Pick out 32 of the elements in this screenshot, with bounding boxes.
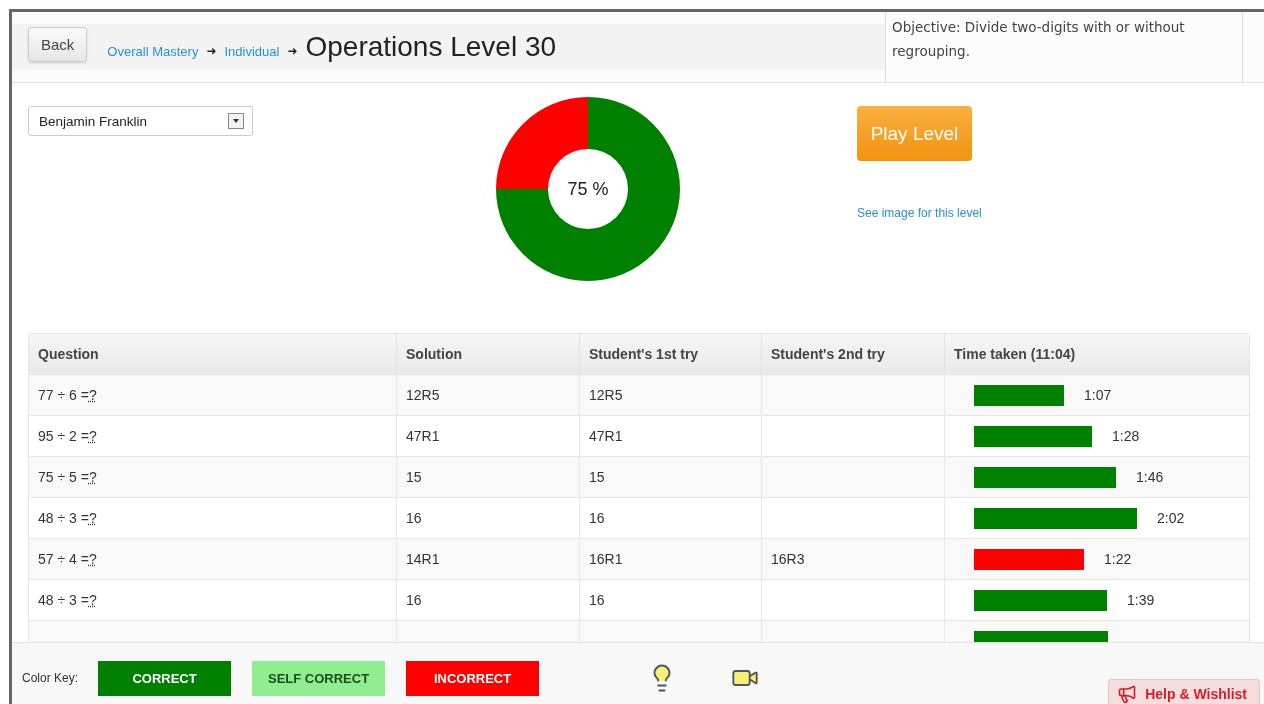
- table-cell-text: 75 ÷ 5 =?: [37, 468, 98, 487]
- help-wishlist-button[interactable]: Help & Wishlist: [1108, 679, 1260, 704]
- breadcrumb-link[interactable]: Individual: [224, 43, 280, 59]
- column-header: Question: [37, 345, 100, 364]
- donut-slice: [496, 97, 680, 281]
- time-value: 1:22: [1104, 551, 1132, 567]
- play-level-button[interactable]: Play Level: [857, 106, 972, 161]
- time-value: 1:39: [1127, 592, 1155, 608]
- arrow-separator: ➜: [287, 44, 298, 58]
- time-value: 1:07: [1084, 387, 1112, 403]
- table-cell-text: 48 ÷ 3 =?: [37, 591, 98, 610]
- page-title: Operations Level 30: [305, 31, 557, 63]
- table-cell-text: 77 ÷ 6 =?: [37, 386, 98, 405]
- color-key-swatch: INCORRECT: [406, 660, 540, 696]
- dropdown-caret-icon: [228, 113, 244, 129]
- color-key-swatch: CORRECT: [98, 660, 232, 696]
- color-key-swatch: SELF CORRECT: [252, 660, 386, 696]
- arrow-separator: ➜: [206, 44, 217, 58]
- table-cell-text: 57 ÷ 4 =?: [37, 550, 98, 569]
- color-key-label: Color Key:: [22, 671, 79, 685]
- student-select[interactable]: Benjamin Franklin: [28, 106, 253, 136]
- table-cell-text: 48 ÷ 3 =?: [37, 509, 98, 528]
- breadcrumb-link[interactable]: Overall Mastery: [107, 43, 199, 59]
- image-link[interactable]: See image for this level: [857, 206, 982, 220]
- time-value: 1:28: [1112, 428, 1140, 444]
- mastery-percent: 75 %: [567, 178, 609, 200]
- megaphone-icon: [1117, 684, 1138, 704]
- time-value: 1:46: [1136, 469, 1164, 485]
- time-value: 2:02: [1157, 510, 1185, 526]
- back-button[interactable]: Back: [28, 26, 88, 62]
- table-cell-text: 95 ÷ 2 =?: [37, 427, 98, 446]
- objective-text: Objective: Divide two-digits with or without regrouping.: [885, 12, 1243, 82]
